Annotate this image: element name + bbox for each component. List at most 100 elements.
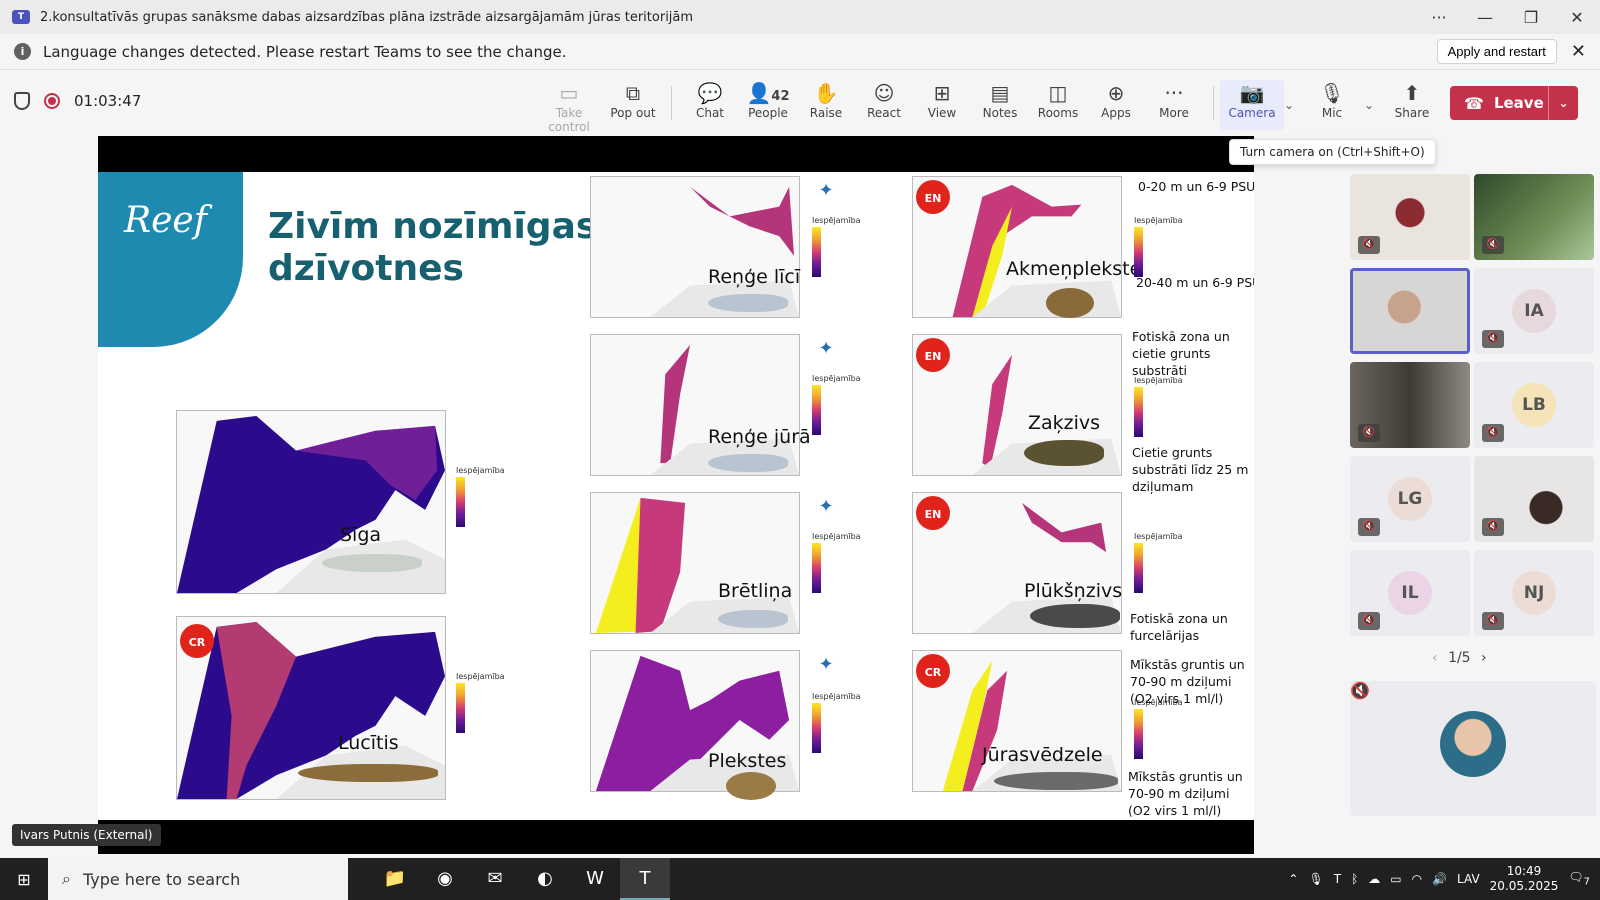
avatar: NJ bbox=[1512, 571, 1556, 615]
legend-jurasvedzele: Iespējamība bbox=[1134, 698, 1183, 759]
habitat-description: Fotiskā zona un furcelārijas bbox=[1130, 611, 1228, 643]
mic-tray-icon[interactable]: 🎙 bbox=[1308, 872, 1323, 886]
legend-akmenplekste: Iespējamība bbox=[1134, 216, 1183, 277]
volume-icon[interactable]: 🔊 bbox=[1432, 872, 1447, 886]
shield-icon[interactable] bbox=[14, 92, 30, 110]
legend-siga: Iespējamība bbox=[456, 466, 505, 527]
taskbar-search[interactable]: ⌕ Type here to search bbox=[48, 858, 348, 900]
chevron-right-icon[interactable]: › bbox=[1481, 650, 1487, 666]
windows-start-icon[interactable]: ⊞ bbox=[0, 870, 48, 889]
more-button[interactable]: ··· More bbox=[1142, 80, 1206, 130]
fish-image-plekstes bbox=[726, 772, 776, 800]
muted-mic-icon: 🔇 bbox=[1358, 518, 1380, 536]
mic-options-chevron-icon[interactable]: ⌄ bbox=[1364, 98, 1374, 112]
close-window-button[interactable]: ✕ bbox=[1554, 8, 1600, 27]
rooms-button[interactable]: ◫ Rooms bbox=[1026, 80, 1090, 130]
people-count: 42 bbox=[771, 89, 790, 104]
leave-button[interactable]: ☎ Leave ⌄ bbox=[1450, 86, 1578, 120]
fish-image-akmenplekste bbox=[1046, 288, 1094, 318]
participant-tile[interactable]: 🔇 bbox=[1350, 174, 1470, 260]
participant-tile[interactable]: IA 🔇 bbox=[1474, 268, 1594, 354]
hand-icon: ✋ bbox=[813, 81, 839, 105]
react-button[interactable]: ☺ React bbox=[852, 80, 916, 130]
legend-plekstes: Iespējamība bbox=[812, 692, 861, 753]
fish-image-siga bbox=[322, 554, 422, 572]
people-button[interactable]: 👤42 People bbox=[736, 80, 800, 130]
species-label-renge-jura: Reņģe jūrā bbox=[708, 426, 811, 448]
people-icon: 👤 bbox=[746, 81, 772, 105]
word-icon[interactable]: W bbox=[570, 858, 620, 900]
apps-button[interactable]: ⊕ Apps bbox=[1084, 80, 1148, 130]
muted-mic-icon: 🔇 bbox=[1350, 681, 1370, 700]
legend-bretlina: Iespējamība bbox=[812, 532, 861, 593]
apply-and-restart-button[interactable]: Apply and restart bbox=[1436, 39, 1557, 64]
bluetooth-icon[interactable]: ᛒ bbox=[1351, 872, 1358, 886]
muted-mic-icon: 🔇 bbox=[1358, 236, 1380, 254]
participant-tile-speaking[interactable] bbox=[1350, 268, 1470, 354]
notes-icon: ▤ bbox=[990, 81, 1010, 105]
fish-image-lucitis bbox=[298, 764, 438, 782]
participant-tile[interactable]: LG 🔇 bbox=[1350, 456, 1470, 542]
helcom-logo-icon: ✦ bbox=[818, 180, 834, 201]
search-icon: ⌕ bbox=[62, 869, 71, 888]
chevron-up-icon[interactable]: ⌃ bbox=[1288, 872, 1298, 886]
notes-button[interactable]: ▤ Notes bbox=[968, 80, 1032, 130]
minimize-button[interactable]: — bbox=[1462, 8, 1508, 27]
teams-logo-icon: T bbox=[12, 10, 30, 24]
battery-icon[interactable]: ▭ bbox=[1390, 872, 1401, 886]
muted-mic-icon: 🔇 bbox=[1482, 236, 1504, 254]
title-bar: T 2.konsultatīvās grupas sanāksme dabas … bbox=[0, 0, 1600, 34]
outlook-icon[interactable]: ✉ bbox=[470, 858, 520, 900]
meeting-timer: 01:03:47 bbox=[74, 92, 142, 110]
recording-icon bbox=[44, 93, 60, 109]
edge-icon[interactable]: ◐ bbox=[520, 858, 570, 900]
participant-tile[interactable]: NJ 🔇 bbox=[1474, 550, 1594, 636]
reef-logo: Reef bbox=[124, 200, 208, 241]
onedrive-icon[interactable]: ☁ bbox=[1368, 872, 1380, 886]
camera-options-chevron-icon[interactable]: ⌄ bbox=[1284, 98, 1294, 112]
muted-mic-icon: 🔇 bbox=[1482, 330, 1504, 348]
mic-button[interactable]: 🎙 Mic bbox=[1300, 80, 1364, 130]
self-view-tile[interactable]: 🔇 bbox=[1350, 681, 1596, 816]
wifi-icon[interactable]: ◠ bbox=[1412, 872, 1422, 886]
chrome-icon[interactable]: ◉ bbox=[420, 858, 470, 900]
participant-tile[interactable]: LB 🔇 bbox=[1474, 362, 1594, 448]
leave-options-chevron-icon[interactable]: ⌄ bbox=[1548, 86, 1578, 120]
participant-tile[interactable]: IL 🔇 bbox=[1350, 550, 1470, 636]
system-tray: ⌃ 🎙 T ᛒ ☁ ▭ ◠ 🔊 LAV 10:49 20.05.2025 🗨7 bbox=[1288, 864, 1600, 894]
chevron-left-icon[interactable]: ‹ bbox=[1432, 650, 1438, 666]
info-icon: i bbox=[14, 43, 31, 60]
legend-renge-jura: Iespējamība bbox=[812, 374, 861, 435]
chat-icon: 💬 bbox=[697, 81, 723, 105]
participant-tile[interactable]: 🔇 bbox=[1474, 456, 1594, 542]
share-button[interactable]: ⬆ Share bbox=[1380, 80, 1444, 130]
chat-button[interactable]: 💬 Chat bbox=[678, 80, 742, 130]
dismiss-banner-icon[interactable]: ✕ bbox=[1571, 41, 1586, 62]
species-label-bretlina: Brētliņa bbox=[718, 580, 793, 602]
participant-tile[interactable]: 🔇 bbox=[1350, 362, 1470, 448]
take-control-button[interactable]: ▭ Take control bbox=[537, 80, 601, 134]
notifications-icon[interactable]: 🗨7 bbox=[1568, 870, 1590, 887]
more-options-button[interactable]: ··· bbox=[1416, 8, 1462, 27]
file-explorer-icon[interactable]: 📁 bbox=[370, 858, 420, 900]
species-label-jurasvedzele: Jūrasvēdzele bbox=[982, 744, 1103, 766]
habitat-description: 0-20 m un 6-9 PSU bbox=[1138, 179, 1254, 194]
helcom-logo-icon: ✦ bbox=[818, 496, 834, 517]
camera-button[interactable]: 📷 Camera bbox=[1220, 80, 1284, 130]
species-label-akmenplekste: Akmeņplekste bbox=[1006, 258, 1142, 280]
view-button[interactable]: ⊞ View bbox=[910, 80, 974, 130]
pop-out-button[interactable]: ⧉ Pop out bbox=[601, 80, 665, 130]
page-indicator: 1/5 bbox=[1448, 650, 1471, 666]
badge-en-akmenplekste: EN bbox=[916, 180, 950, 214]
window-title: 2.konsultatīvās grupas sanāksme dabas ai… bbox=[40, 9, 694, 25]
participant-tile[interactable]: 🔇 bbox=[1474, 174, 1594, 260]
teams-tray-icon[interactable]: T bbox=[1334, 872, 1341, 886]
raise-hand-button[interactable]: ✋ Raise bbox=[794, 80, 858, 130]
restore-button[interactable]: ❐ bbox=[1508, 8, 1554, 27]
language-indicator[interactable]: LAV bbox=[1457, 872, 1480, 886]
habitat-description: 20-40 m un 6-9 PSU bbox=[1136, 275, 1254, 290]
clock[interactable]: 10:49 20.05.2025 bbox=[1490, 864, 1559, 894]
habitat-description: Fotiskā zona un cietie grunts substrāti bbox=[1132, 329, 1230, 378]
badge-en-zakzivs: EN bbox=[916, 338, 950, 372]
teams-taskbar-icon[interactable]: T bbox=[620, 858, 670, 900]
